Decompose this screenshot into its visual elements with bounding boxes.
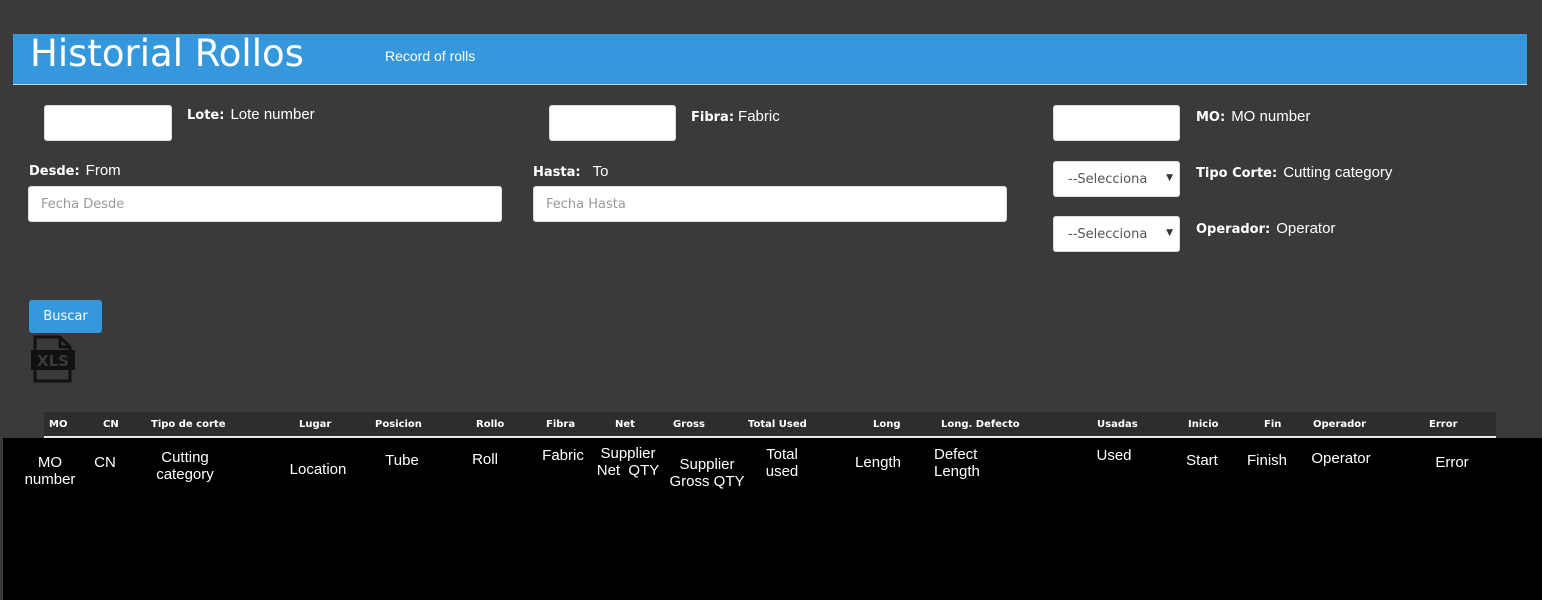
col-total-used[interactable]: Total Used	[748, 419, 807, 430]
xls-file-icon[interactable]: XLS	[30, 335, 76, 383]
col-error[interactable]: Error	[1429, 419, 1458, 430]
operador-label-text: Operador:	[1196, 222, 1271, 237]
buscar-button[interactable]: Buscar	[29, 300, 102, 333]
hasta-label-text: Hasta:	[533, 165, 581, 180]
translation-fin: Finish	[1246, 452, 1287, 469]
desde-label: Desde: From	[29, 162, 121, 179]
dropdown-arrow-icon: ▼	[1166, 173, 1173, 183]
translation-gross: Supplier Gross QTY	[669, 456, 745, 490]
lote-label-text: Lote:	[187, 108, 225, 123]
col-posicion[interactable]: Posicion	[375, 419, 422, 430]
translation-total-used: Total used	[765, 446, 799, 480]
translation-error: Error	[1435, 454, 1469, 471]
page-header: Historial Rollos Record of rolls	[13, 34, 1527, 84]
translation-mo: MO number	[24, 454, 76, 488]
mo-label: MO: MO number	[1196, 108, 1310, 125]
fibra-label-text: Fibra:	[691, 110, 735, 125]
fibra-label: Fibra: Fabric	[691, 108, 780, 125]
translation-inicio: Start	[1186, 452, 1218, 469]
desde-label-text: Desde:	[29, 164, 80, 179]
translation-rollo: Roll	[472, 451, 498, 468]
col-gross[interactable]: Gross	[673, 419, 705, 430]
operador-select[interactable]: --Selecciona ▼	[1053, 216, 1180, 252]
col-fin[interactable]: Fin	[1264, 419, 1281, 430]
col-net[interactable]: Net	[615, 419, 635, 430]
lote-hint: Lote number	[230, 106, 315, 123]
mo-label-text: MO:	[1196, 110, 1226, 125]
hasta-label: Hasta: To	[533, 163, 608, 180]
fecha-desde-input[interactable]	[28, 186, 502, 222]
fibra-hint: Fabric	[738, 108, 780, 125]
mo-input[interactable]	[1053, 105, 1180, 141]
translation-cn: CN	[94, 454, 116, 471]
svg-text:XLS: XLS	[37, 352, 69, 370]
col-inicio[interactable]: Inicio	[1188, 419, 1219, 430]
table-header: MO CN Tipo de corte Lugar Posicion Rollo…	[44, 412, 1496, 436]
operador-selected: --Selecciona	[1068, 227, 1148, 242]
fecha-hasta-input[interactable]	[533, 186, 1007, 222]
page-subtitle: Record of rolls	[385, 48, 476, 64]
col-usadas[interactable]: Usadas	[1097, 419, 1138, 430]
translation-lugar: Location	[289, 461, 347, 478]
tipo-corte-label: Tipo Corte: Cutting category	[1196, 164, 1392, 181]
translation-long-defecto: Defect Length	[934, 446, 980, 480]
translation-long: Length	[855, 454, 901, 471]
translation-fibra: Fabric	[542, 447, 584, 464]
tipo-corte-hint: Cutting category	[1283, 164, 1393, 181]
fibra-input[interactable]	[549, 105, 676, 141]
col-mo[interactable]: MO	[49, 419, 67, 430]
col-tipo-de-corte[interactable]: Tipo de corte	[151, 419, 225, 430]
col-rollo[interactable]: Rollo	[476, 419, 504, 430]
header-divider	[13, 84, 1527, 85]
desde-hint: From	[85, 162, 121, 179]
dropdown-arrow-icon: ▼	[1166, 228, 1173, 238]
operador-label: Operador: Operator	[1196, 220, 1335, 237]
lote-label: Lote: Lote number	[187, 106, 315, 123]
operador-hint: Operator	[1276, 220, 1336, 237]
translation-tipo-de-corte: Cutting category	[156, 449, 214, 483]
page-title: Historial Rollos	[30, 32, 304, 75]
translation-usadas: Used	[1096, 447, 1132, 464]
translation-operador: Operator	[1311, 450, 1371, 467]
col-lugar[interactable]: Lugar	[299, 419, 331, 430]
col-long-defecto[interactable]: Long. Defecto	[941, 419, 1020, 430]
hasta-hint: To	[592, 163, 609, 180]
translation-net: Supplier Net QTY	[596, 445, 660, 479]
col-long[interactable]: Long	[873, 419, 901, 430]
col-operador[interactable]: Operador	[1313, 419, 1366, 430]
tipo-corte-selected: --Selecciona	[1068, 172, 1148, 187]
lote-input[interactable]	[44, 105, 172, 141]
col-fibra[interactable]: Fibra	[546, 419, 575, 430]
tipo-corte-select[interactable]: --Selecciona ▼	[1053, 161, 1180, 197]
translation-posicion: Tube	[385, 452, 419, 469]
tipo-corte-label-text: Tipo Corte:	[1196, 166, 1278, 181]
mo-hint: MO number	[1231, 108, 1311, 125]
col-cn[interactable]: CN	[103, 419, 119, 430]
